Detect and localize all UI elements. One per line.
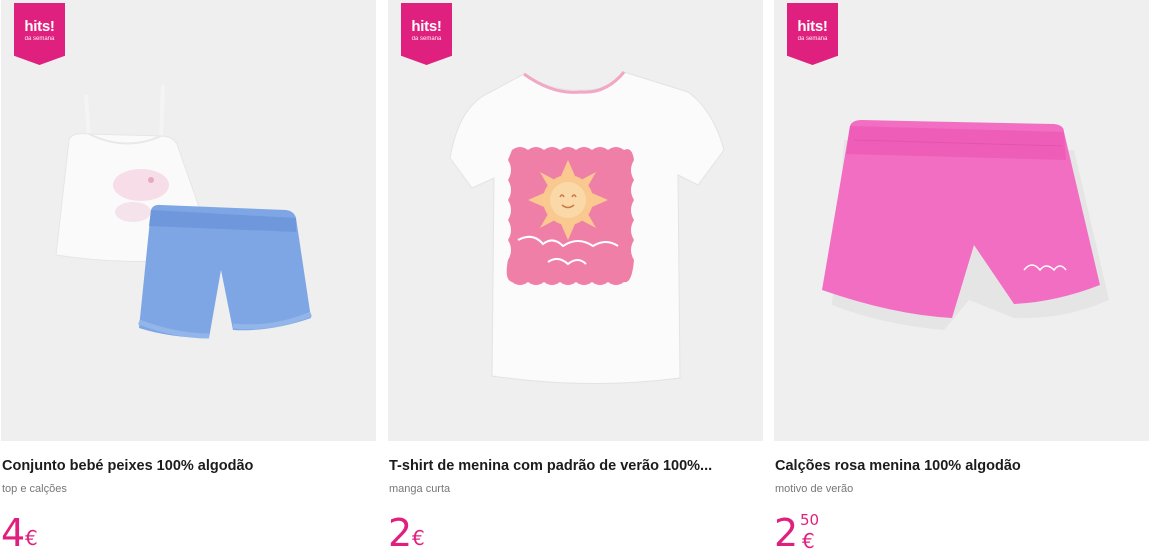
product-subtitle: top e calções bbox=[2, 483, 67, 495]
product-image[interactable]: hits! da semana bbox=[388, 0, 763, 441]
product-title[interactable]: Conjunto bebé peixes 100% algodão bbox=[2, 458, 374, 474]
hits-badge: hits! da semana bbox=[787, 3, 838, 65]
shorts-illustration bbox=[822, 120, 1109, 330]
tshirt-illustration bbox=[449, 71, 725, 385]
price-currency: € bbox=[25, 526, 38, 550]
hits-badge: hits! da semana bbox=[14, 3, 65, 65]
product-subtitle: manga curta bbox=[389, 483, 451, 495]
product-subtitle: motivo de verão bbox=[775, 483, 854, 495]
product-grid: hits! da semana Conjunto bebé peixes 100… bbox=[0, 0, 1149, 560]
product-title[interactable]: T-shirt de menina com padrão de verão 10… bbox=[389, 458, 761, 474]
product-card[interactable]: hits! da semana T-shirt de menina com pa… bbox=[388, 0, 763, 560]
outfit-illustration bbox=[55, 84, 312, 339]
price-integer: 2 bbox=[774, 511, 799, 555]
price-currency: € bbox=[412, 526, 425, 550]
price-decimal: 50 bbox=[800, 511, 820, 529]
price-integer: 4 bbox=[1, 511, 26, 555]
price-integer: 2 bbox=[388, 511, 413, 555]
hits-badge: hits! da semana bbox=[401, 3, 452, 65]
product-card[interactable]: hits! da semana Conjunto bebé peixes 100… bbox=[1, 0, 376, 560]
product-card[interactable]: hits! da semana Calções rosa menina 100%… bbox=[774, 0, 1149, 560]
product-image[interactable]: hits! da semana bbox=[774, 0, 1149, 441]
product-image[interactable]: hits! da semana bbox=[1, 0, 376, 441]
price-currency: € bbox=[802, 529, 815, 553]
product-title[interactable]: Calções rosa menina 100% algodão bbox=[775, 458, 1147, 474]
